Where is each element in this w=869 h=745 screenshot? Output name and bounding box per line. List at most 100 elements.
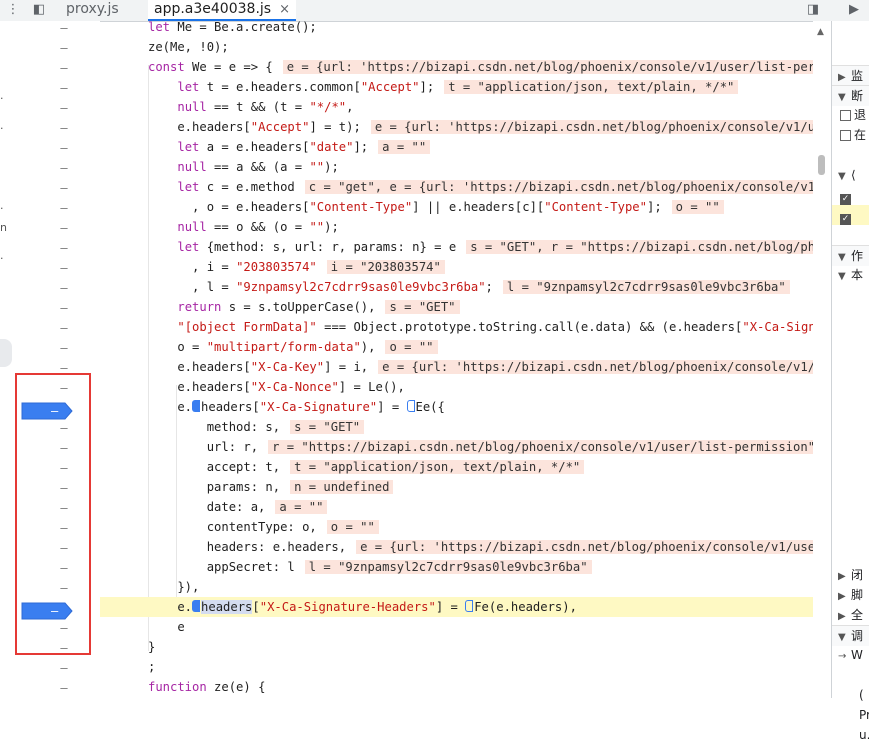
panel-row[interactable]: → W bbox=[832, 645, 869, 665]
code-line[interactable]: e bbox=[100, 617, 813, 637]
code-line[interactable]: headers: e.headers, e = {url: 'https://bi… bbox=[100, 537, 813, 557]
checkbox[interactable]: ✓ bbox=[840, 214, 851, 225]
toggle-navigator-icon[interactable]: ⋮ bbox=[4, 2, 22, 18]
code-line[interactable]: e.headers["X-Ca-Key"] = i, e = {url: 'htt… bbox=[100, 357, 813, 377]
gutter-line-marker[interactable]: – bbox=[54, 241, 74, 255]
gutter-line-marker[interactable]: – bbox=[54, 681, 74, 695]
code-line[interactable]: let c = e.method c = "get", e = {url: 'ht… bbox=[100, 177, 813, 197]
expand-arrow-icon[interactable]: ▶ bbox=[838, 587, 848, 607]
code-line[interactable]: e. headers["X-Ca-Signature"] = Ee({ bbox=[100, 397, 813, 417]
code-line[interactable]: ze(Me, !0); bbox=[100, 37, 813, 57]
panel-row[interactable]: ▶ 全 bbox=[832, 605, 869, 625]
file-navigator-panel: . . . n . bbox=[0, 21, 15, 698]
code-line[interactable]: e.headers["Accept"] = t); e = {url: 'http… bbox=[100, 117, 813, 137]
panel-row[interactable]: ▼ ⟨ bbox=[832, 165, 869, 185]
code-line[interactable]: , i = "203803574" i = "203803574" bbox=[100, 257, 813, 277]
code-line[interactable]: let a = e.headers["date"]; a = "" bbox=[100, 137, 813, 157]
gutter-line-marker[interactable]: – bbox=[54, 221, 74, 235]
gutter-line-marker[interactable]: – bbox=[54, 81, 74, 95]
expand-arrow-icon[interactable]: ▼ bbox=[838, 267, 848, 287]
gutter-line-marker[interactable]: – bbox=[54, 121, 74, 135]
vertical-scrollbar[interactable]: ▲ bbox=[813, 21, 831, 698]
code-line[interactable]: "[object FormData]" === Object.prototype… bbox=[100, 317, 813, 337]
code-line[interactable]: let {method: s, url: r, params: n} = es … bbox=[100, 237, 813, 257]
panel-row[interactable]: Pr bbox=[832, 705, 869, 725]
expand-arrow-icon[interactable]: ▶ bbox=[838, 567, 848, 587]
checkbox[interactable] bbox=[840, 130, 851, 141]
code-line[interactable]: null == o && (o = ""); bbox=[100, 217, 813, 237]
code-line[interactable]: url: r, r = "https://bizapi.csdn.net/blog… bbox=[100, 437, 813, 457]
expand-arrow-icon[interactable]: → bbox=[838, 647, 848, 667]
breakpoint-checkbox-row[interactable]: ✓ bbox=[832, 205, 869, 225]
panel-row[interactable]: ▶ 闭 bbox=[832, 565, 869, 585]
expand-arrow-icon[interactable]: ▼ bbox=[838, 167, 848, 187]
code-line[interactable]: e.headers["X-Ca-Nonce"] = Le(), bbox=[100, 377, 813, 397]
section-header[interactable]: ▼ 作 bbox=[832, 245, 869, 266]
gutter-line-marker[interactable]: – bbox=[54, 41, 74, 55]
section-header[interactable]: ▼ 调 bbox=[832, 625, 869, 646]
panel-row[interactable]: ▼ 本 bbox=[832, 265, 869, 285]
gutter-line-marker[interactable]: – bbox=[54, 141, 74, 155]
panel-row[interactable]: ( bbox=[832, 685, 869, 705]
code-line[interactable]: function ze(e) { bbox=[100, 677, 813, 697]
section-header[interactable]: ▶ 监 bbox=[832, 65, 869, 86]
code-line[interactable]: contentType: o, o = "" bbox=[100, 517, 813, 537]
code-line[interactable]: ; bbox=[100, 657, 813, 677]
inline-value-annotation: a = "" bbox=[378, 140, 431, 154]
code-line[interactable]: e. headers["X-Ca-Signature-Headers"] = Fe… bbox=[100, 597, 813, 617]
code-line[interactable]: appSecret: ll = "9znpamsyl2c7cdrr9sas0le… bbox=[100, 557, 813, 577]
code-line[interactable]: params: n, n = undefined bbox=[100, 477, 813, 497]
expand-arrow-icon[interactable]: ▶ bbox=[838, 607, 848, 627]
close-icon[interactable]: × bbox=[279, 2, 290, 17]
code-line[interactable]: } bbox=[100, 637, 813, 657]
gutter-line-marker[interactable]: – bbox=[54, 261, 74, 275]
gutter-line-marker[interactable]: – bbox=[54, 101, 74, 115]
code-line[interactable]: , l = "9znpamsyl2c7cdrr9sas0le9vbc3r6ba"… bbox=[100, 277, 813, 297]
debugger-toggle-icon[interactable]: ◨ bbox=[804, 2, 822, 18]
gutter-line-marker[interactable]: – bbox=[54, 161, 74, 175]
gutter-line-marker[interactable]: – bbox=[54, 341, 74, 355]
scrollbar-thumb[interactable] bbox=[818, 155, 825, 175]
code-line[interactable]: accept: t, t = "application/json, text/pl… bbox=[100, 457, 813, 477]
breakpoint-checkbox-row[interactable]: 在 bbox=[832, 125, 869, 145]
tab-app-js[interactable]: app.a3e40038.js × bbox=[148, 0, 296, 21]
code-line[interactable]: }), bbox=[100, 577, 813, 597]
tab-proxy-js[interactable]: proxy.js bbox=[60, 0, 125, 21]
resume-icon[interactable]: ▶ bbox=[845, 2, 863, 18]
gutter-line-marker[interactable]: – bbox=[54, 61, 74, 75]
code-line[interactable]: null == a && (a = ""); bbox=[100, 157, 813, 177]
panel-row-label: Pr bbox=[859, 708, 869, 722]
code-editor[interactable]: let Me = Be.a.create(); ze(Me, !0); const … bbox=[100, 21, 813, 698]
panel-row[interactable]: ▶ 脚 bbox=[832, 585, 869, 605]
code-line[interactable]: let Me = Be.a.create(); bbox=[100, 21, 813, 37]
breakpoint-marker[interactable]: – bbox=[21, 602, 73, 620]
inline-value-annotation: s = "GET" bbox=[290, 420, 365, 434]
code-line[interactable]: o = "multipart/form-data"), o = "" bbox=[100, 337, 813, 357]
breakpoint-marker[interactable]: – bbox=[21, 402, 73, 420]
breakpoint-checkbox-row[interactable]: 退 bbox=[832, 105, 869, 125]
gutter-line-marker[interactable]: – bbox=[54, 201, 74, 215]
gutter-line-marker[interactable]: – bbox=[54, 661, 74, 675]
code-line[interactable]: return s = s.toUpperCase(), s = "GET" bbox=[100, 297, 813, 317]
code-line[interactable]: date: a, a = "" bbox=[100, 497, 813, 517]
breakpoint-checkbox-row[interactable]: ✓ bbox=[832, 185, 869, 205]
checkbox[interactable] bbox=[840, 110, 851, 121]
sidebar-toggle-icon[interactable]: ◧ bbox=[30, 2, 48, 18]
code-line[interactable]: null == t && (t = "*/*", bbox=[100, 97, 813, 117]
gutter-line-marker[interactable]: – bbox=[54, 281, 74, 295]
section-header[interactable]: ▼ 断 bbox=[832, 85, 869, 106]
code-line[interactable]: let t = e.headers.common["Accept"]; t = "… bbox=[100, 77, 813, 97]
gutter-line-marker[interactable]: – bbox=[54, 21, 74, 35]
checkbox[interactable]: ✓ bbox=[840, 194, 851, 205]
gutter-line-marker[interactable]: – bbox=[54, 181, 74, 195]
code-line[interactable]: method: s, s = "GET" bbox=[100, 417, 813, 437]
gutter-line-marker[interactable]: – bbox=[54, 301, 74, 315]
panel-row[interactable]: u. bbox=[832, 725, 869, 745]
code-line[interactable]: , o = e.headers["Content-Type"] || e.hea… bbox=[100, 197, 813, 217]
gutter-line-marker[interactable]: – bbox=[54, 321, 74, 335]
panel-resize-handle[interactable] bbox=[0, 339, 12, 367]
panel-row-label: 在 bbox=[854, 128, 867, 142]
scroll-up-icon[interactable]: ▲ bbox=[817, 27, 824, 37]
panel-row bbox=[832, 305, 869, 325]
code-line[interactable]: const We = e => {e = {url: 'https://biza… bbox=[100, 57, 813, 77]
